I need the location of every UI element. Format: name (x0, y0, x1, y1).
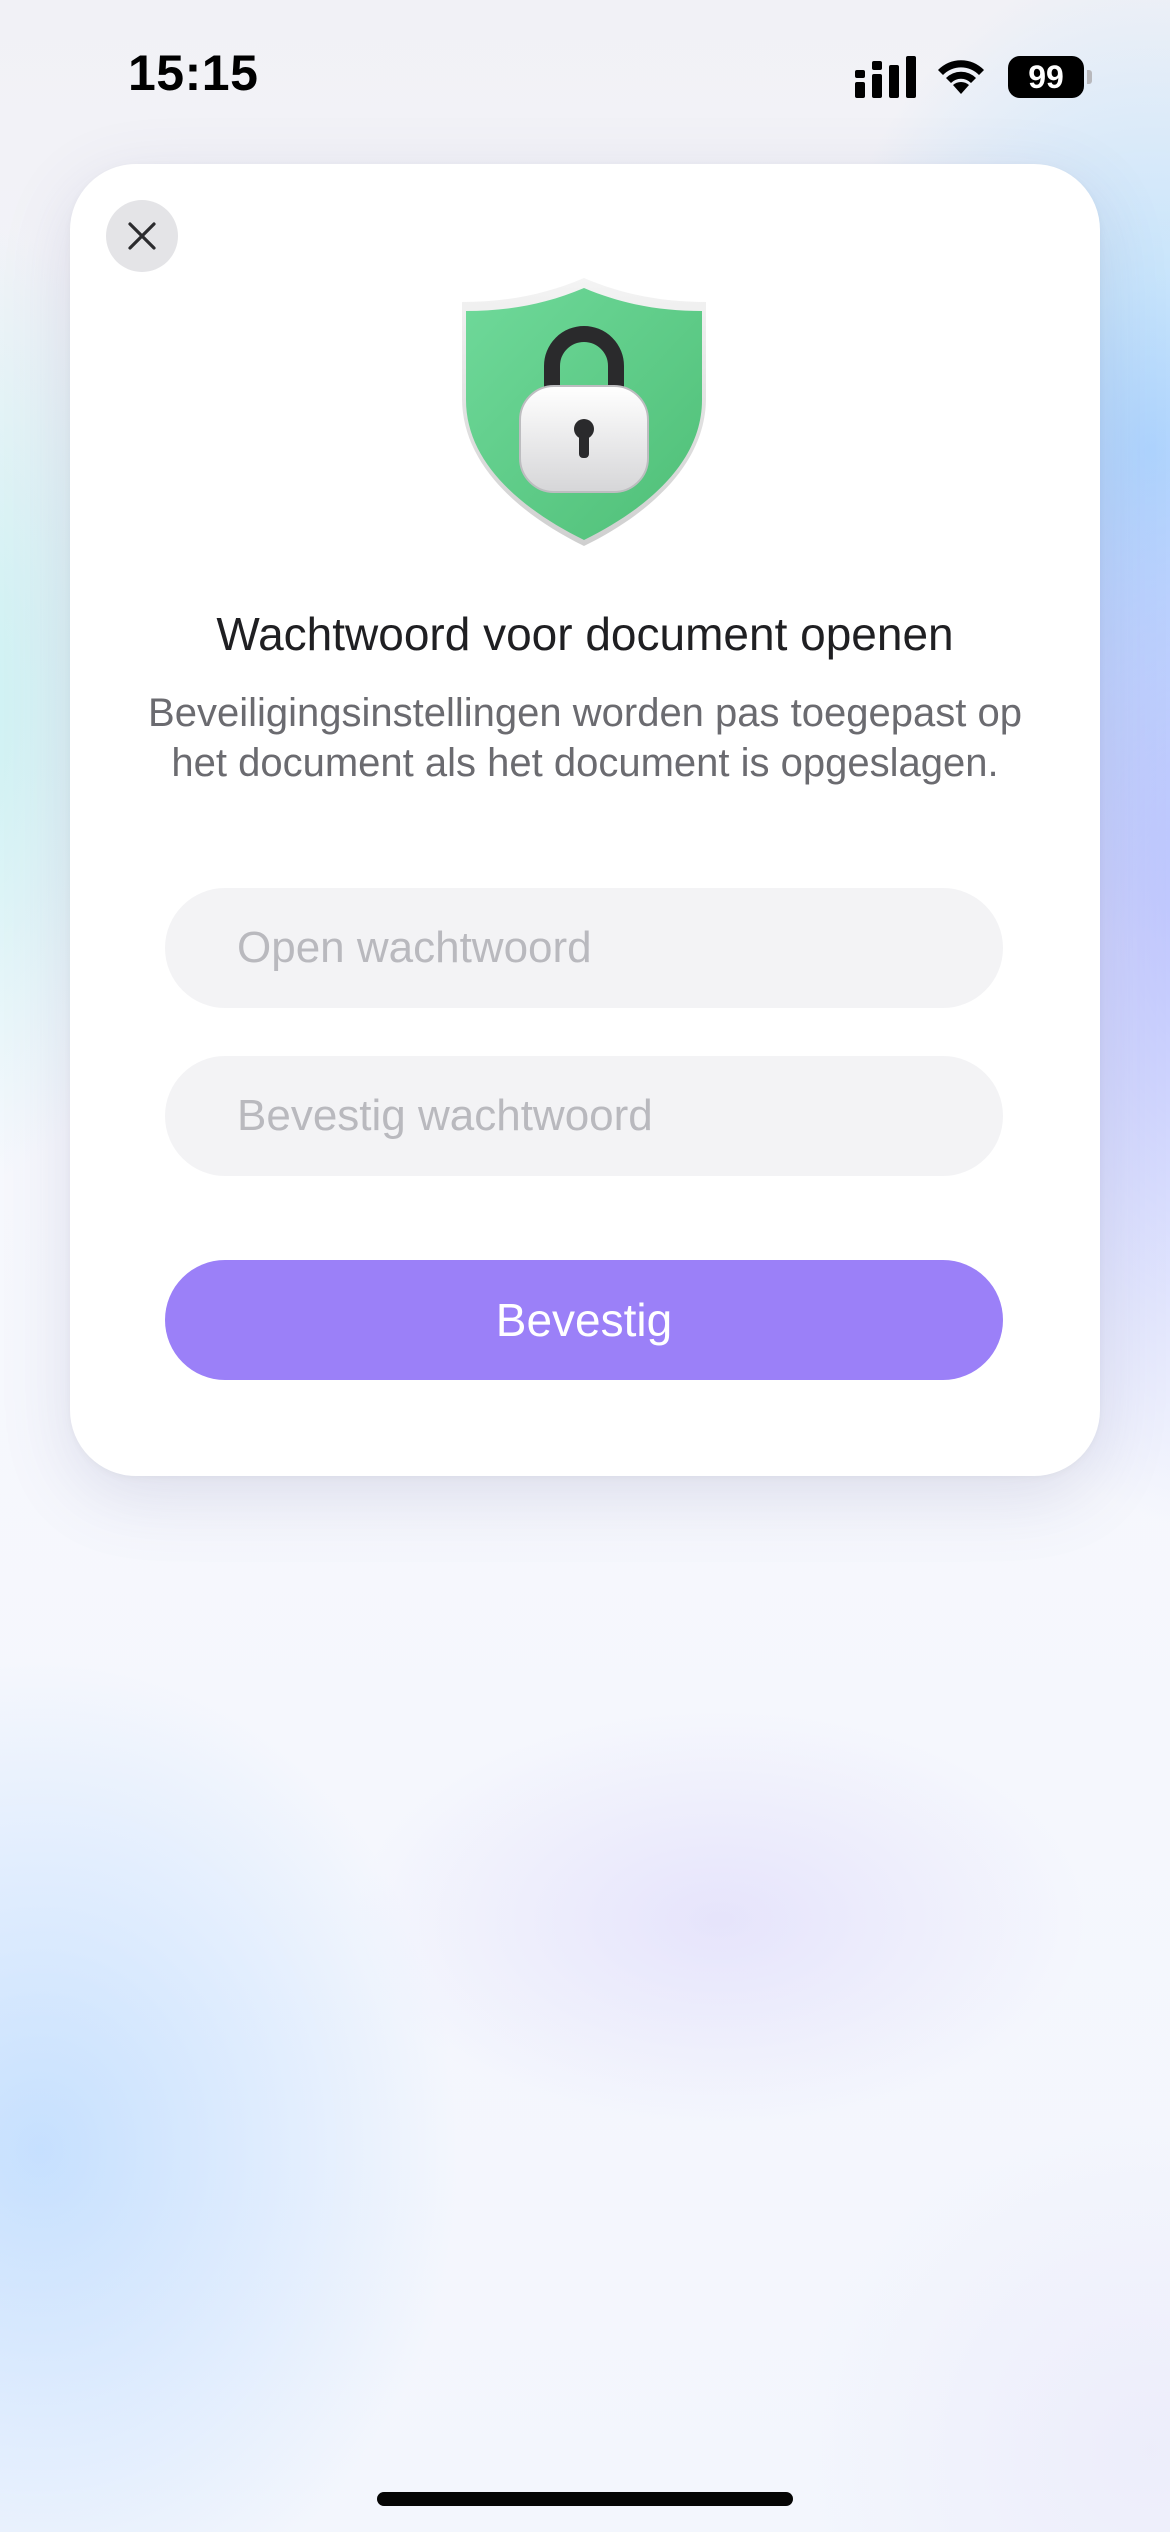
battery-body: 99 (1008, 56, 1084, 98)
home-indicator[interactable] (377, 2492, 793, 2506)
dialog-description: Beveiligingsinstellingen worden pas toeg… (148, 691, 1022, 785)
wifi-icon (938, 60, 984, 94)
password-dialog: Wachtwoord voor document openen Beveilig… (70, 164, 1100, 1476)
confirm-button[interactable]: Bevestig (165, 1260, 1003, 1380)
battery-icon: 99 (1008, 56, 1092, 98)
open-password-field[interactable] (165, 888, 1003, 1008)
battery-level: 99 (1028, 59, 1064, 95)
close-icon (128, 222, 156, 250)
shield-lock-icon (462, 278, 706, 546)
close-button[interactable] (106, 200, 178, 272)
cellular-signal-icon (855, 56, 916, 98)
status-time: 15:15 (128, 45, 259, 101)
dialog-title: Wachtwoord voor document openen (216, 608, 954, 660)
confirm-password-field[interactable] (165, 1056, 1003, 1176)
status-bar: 15:15 99 (0, 0, 1170, 150)
battery-nub (1087, 70, 1092, 84)
